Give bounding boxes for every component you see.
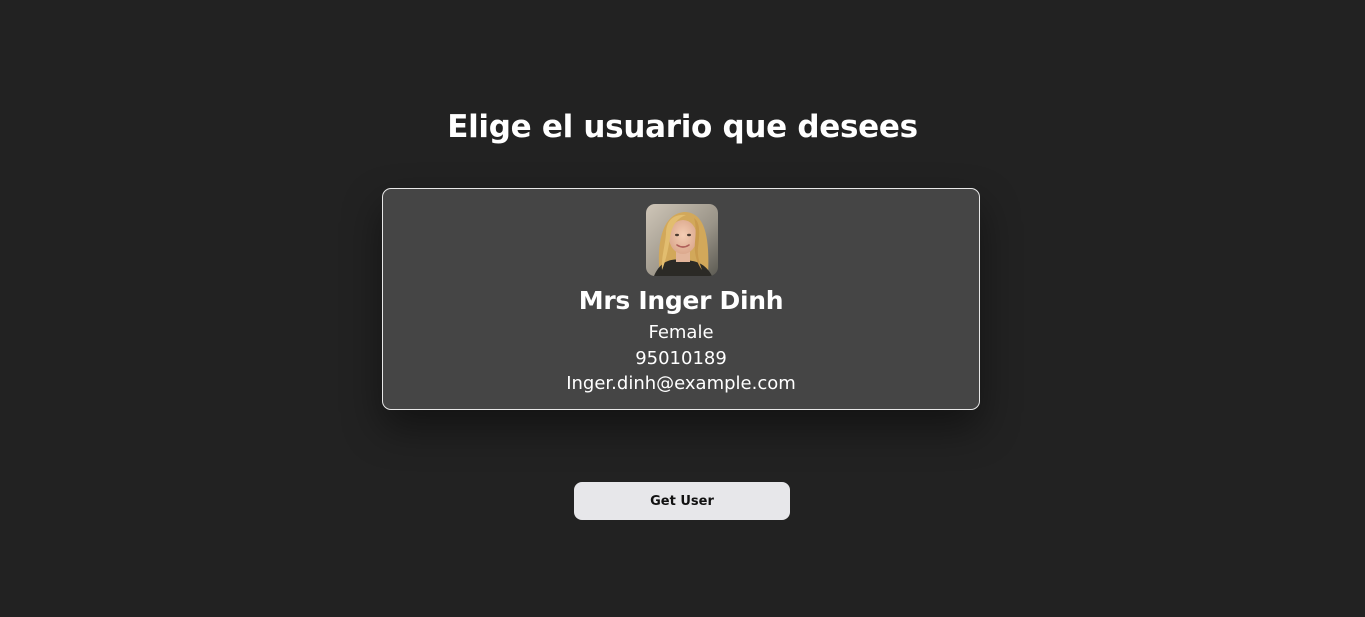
page-title: Elige el usuario que desees <box>447 109 918 145</box>
user-phone: 95010189 <box>635 348 727 369</box>
get-user-button[interactable]: Get User <box>574 482 790 520</box>
page: Elige el usuario que desees Mrs Inger Di… <box>0 0 1365 617</box>
user-email: Inger.dinh@example.com <box>566 373 796 394</box>
user-gender: Female <box>648 322 714 343</box>
user-avatar <box>646 204 718 276</box>
user-name: Mrs Inger Dinh <box>578 286 784 315</box>
user-card: Mrs Inger Dinh Female 95010189 Inger.din… <box>382 188 980 410</box>
